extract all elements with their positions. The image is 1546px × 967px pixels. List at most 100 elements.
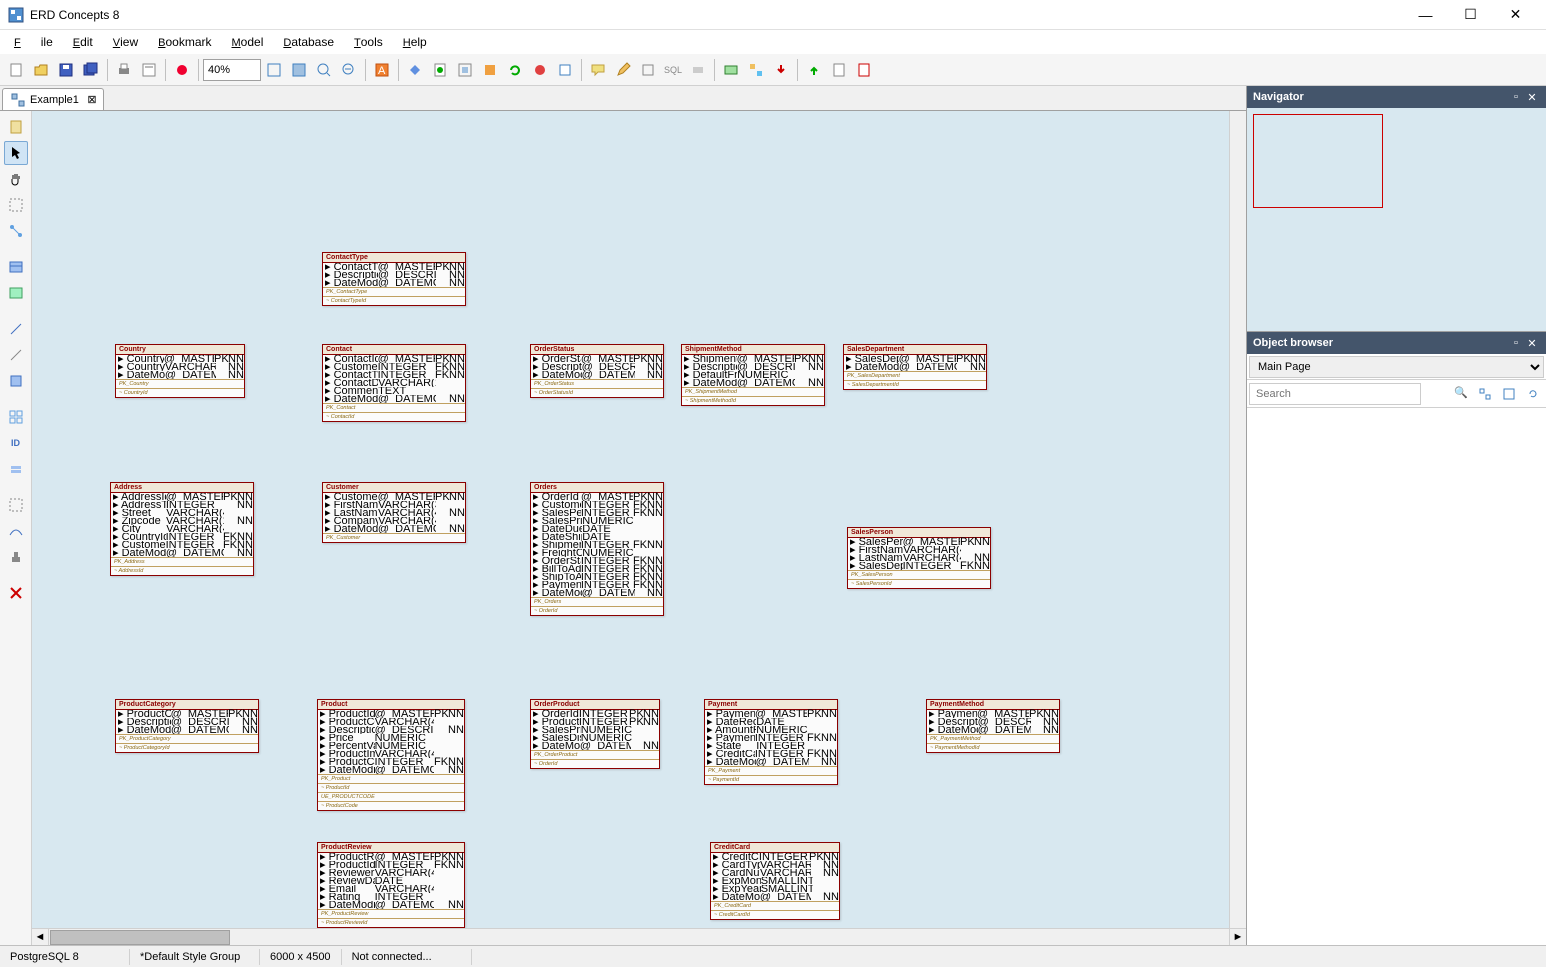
zoom-select[interactable] [203, 59, 261, 81]
tb-icon-7[interactable] [636, 58, 660, 82]
menu-tools[interactable]: Tools [344, 32, 393, 52]
line-icon[interactable] [4, 317, 28, 341]
navigator-canvas[interactable] [1247, 108, 1546, 331]
page-select[interactable]: Main Page [1249, 356, 1544, 378]
entity-salesperson[interactable]: SalesPerson▸ SalesPersonId@_MASTERIDPKNN… [847, 527, 991, 589]
select-all-icon[interactable]: A [370, 58, 394, 82]
refresh-tree-icon[interactable] [1522, 383, 1544, 405]
grid-icon[interactable] [4, 405, 28, 429]
menu-model[interactable]: Model [222, 32, 274, 52]
entity-country[interactable]: Country▸ CountryId@_MASTERIDPKNN▸ Countr… [115, 344, 245, 398]
panel-pin-icon[interactable]: ▫ [1508, 335, 1524, 351]
entity-contacttype[interactable]: ContactType▸ ContactTypeId@_MASTERIDPKNN… [322, 252, 466, 306]
object-browser-panel: Object browser ▫ ✕ Main Page 🔍 [1247, 332, 1546, 945]
search-input[interactable] [1249, 383, 1421, 405]
rectangle-select-icon[interactable] [4, 193, 28, 217]
entity-contact[interactable]: Contact▸ ContactId@_MASTERIDPKNN▸ Custom… [322, 344, 466, 422]
tab-example1[interactable]: Example1 ⊠ [2, 88, 104, 110]
view-icon[interactable] [4, 281, 28, 305]
stamp-icon[interactable] [4, 545, 28, 569]
connect-icon[interactable] [4, 219, 28, 243]
entity-product[interactable]: Product▸ ProductId@_MASTERIDPKNN▸ Produc… [317, 699, 465, 811]
tb-icon-11[interactable] [827, 58, 851, 82]
close-button[interactable]: ✕ [1493, 0, 1538, 30]
line2-icon[interactable] [4, 343, 28, 367]
saveall-icon[interactable] [79, 58, 103, 82]
statusbar: PostgreSQL 8 *Default Style Group 6000 x… [0, 945, 1546, 967]
tb-icon-8[interactable] [686, 58, 710, 82]
maximize-button[interactable]: ☐ [1448, 0, 1493, 30]
horizontal-scrollbar[interactable]: ◄ ► [32, 928, 1246, 945]
refresh-icon[interactable] [503, 58, 527, 82]
open-icon[interactable] [29, 58, 53, 82]
vertical-scrollbar[interactable] [1229, 111, 1246, 928]
entity-paymentmethod[interactable]: PaymentMethod▸ PaymentMethodId@_MASTERID… [926, 699, 1060, 753]
menu-bookmark[interactable]: Bookmark [148, 32, 221, 52]
search-icon[interactable]: 🔍 [1454, 386, 1468, 399]
panel-close-icon[interactable]: ✕ [1524, 89, 1540, 105]
tab-close-icon[interactable]: ⊠ [85, 92, 99, 106]
paste-icon[interactable] [4, 115, 28, 139]
tb-icon-6[interactable] [553, 58, 577, 82]
zoom-in-icon[interactable] [312, 58, 336, 82]
entity-creditcard[interactable]: CreditCard▸ CreditCardIdINTEGERPKNN▸ Car… [710, 842, 840, 920]
tb-icon-4[interactable] [478, 58, 502, 82]
titlebar: ERD Concepts 8 — ☐ ✕ [0, 0, 1546, 30]
entity-orders[interactable]: Orders▸ OrderId@_MASTERIDPKNN▸ CustomerI… [530, 482, 664, 616]
panel-pin-icon[interactable]: ▫ [1508, 89, 1524, 105]
tb-icon-12[interactable] [852, 58, 876, 82]
comment-icon[interactable] [586, 58, 610, 82]
import-icon[interactable] [802, 58, 826, 82]
layers-icon[interactable] [4, 457, 28, 481]
entity-payment[interactable]: Payment▸ PaymentId@_MASTERIDPKNN▸ DateRe… [704, 699, 838, 785]
entity-productreview[interactable]: ProductReview▸ ProductReviewId@_MASTERID… [317, 842, 465, 928]
id-icon[interactable]: ID [4, 431, 28, 455]
sql-icon[interactable]: SQL [661, 58, 685, 82]
pointer-icon[interactable] [4, 141, 28, 165]
zoom-fit-icon[interactable] [262, 58, 286, 82]
tb-icon-2[interactable] [428, 58, 452, 82]
zoom-actual-icon[interactable] [287, 58, 311, 82]
menu-edit[interactable]: Edit [63, 32, 103, 52]
region-icon[interactable] [4, 493, 28, 517]
new-icon[interactable] [4, 58, 28, 82]
diagram-canvas[interactable]: ContactType▸ ContactTypeId@_MASTERIDPKNN… [32, 111, 1229, 928]
tb-icon-5[interactable] [528, 58, 552, 82]
menu-view[interactable]: View [103, 32, 148, 52]
object-tree[interactable] [1247, 408, 1546, 945]
menu-database[interactable]: Database [273, 32, 344, 52]
expand-icon[interactable] [1474, 383, 1496, 405]
export-icon[interactable] [769, 58, 793, 82]
zoom-out-icon[interactable] [337, 58, 361, 82]
edit-icon[interactable] [611, 58, 635, 82]
tb-icon-1[interactable] [403, 58, 427, 82]
save-icon[interactable] [54, 58, 78, 82]
bookmark-icon[interactable] [170, 58, 194, 82]
entity-shipmentmethod[interactable]: ShipmentMethod▸ ShipmentMethodId@_MASTER… [681, 344, 825, 406]
curve-icon[interactable] [4, 519, 28, 543]
print-preview-icon[interactable] [137, 58, 161, 82]
tb-icon-3[interactable] [453, 58, 477, 82]
tb-icon-10[interactable] [744, 58, 768, 82]
tb-icon-9[interactable] [719, 58, 743, 82]
menu-help[interactable]: Help [393, 32, 437, 52]
panel-close-icon[interactable]: ✕ [1524, 335, 1540, 351]
entity-address[interactable]: Address▸ AddressId@_MASTERIDPKNN▸ Addres… [110, 482, 254, 576]
delete-icon[interactable] [4, 581, 28, 605]
collapse-icon[interactable] [1498, 383, 1520, 405]
minimize-button[interactable]: — [1403, 0, 1448, 30]
entity-orderstatus[interactable]: OrderStatus▸ OrderStatusId@_MASTERIDPKNN… [530, 344, 664, 398]
hand-icon[interactable] [4, 167, 28, 191]
table-icon[interactable] [4, 255, 28, 279]
entity-customer[interactable]: Customer▸ CustomerId@_MASTERIDPKNN▸ Firs… [322, 482, 466, 543]
print-icon[interactable] [112, 58, 136, 82]
entity-productcategory[interactable]: ProductCategory▸ ProductCategoryId@_MAST… [115, 699, 259, 753]
window-title: ERD Concepts 8 [30, 8, 1403, 22]
menu-file[interactable]: File [4, 32, 63, 52]
entity-orderproduct[interactable]: OrderProduct▸ OrderIdINTEGERPKNN▸ Produc… [530, 699, 660, 769]
navigator-title: Navigator [1253, 91, 1508, 103]
note-icon[interactable] [4, 369, 28, 393]
status-style: *Default Style Group [130, 949, 260, 965]
entity-salesdepartment[interactable]: SalesDepartment▸ SalesDepartmentId@_MAST… [843, 344, 987, 390]
status-conn: Not connected... [342, 949, 472, 965]
